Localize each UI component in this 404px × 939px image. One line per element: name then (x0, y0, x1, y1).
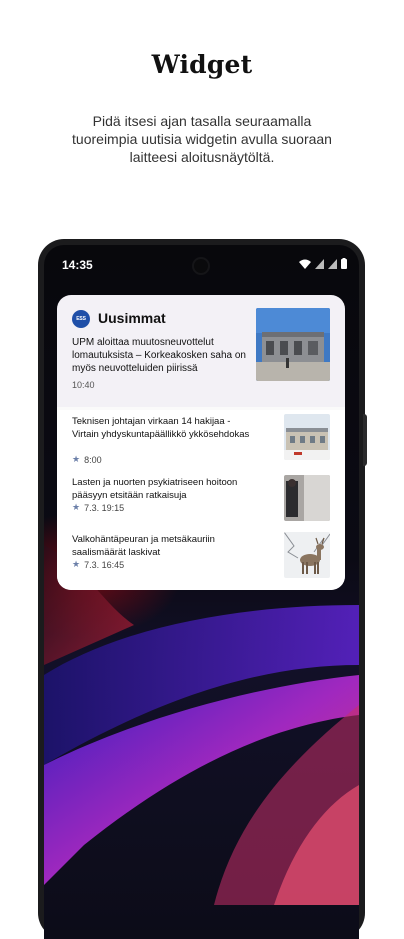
star-icon: ★ (72, 454, 81, 464)
list-item[interactable]: Lasten ja nuorten psykiatriseen hoitoon … (57, 471, 345, 527)
item-meta: ★ 7.3. 16:45 (72, 559, 124, 570)
building-photo-icon (284, 414, 330, 460)
wifi-icon (299, 259, 311, 269)
top-story-headline: UPM aloittaa muutosneuvottelut lomautuks… (72, 337, 246, 374)
item-title: Lasten ja nuorten psykiatriseen hoitoon … (72, 477, 238, 501)
phone-frame: 14:35 ESS Uusimmat UPM aloittaa muutosne… (38, 239, 367, 939)
person-photo-icon (284, 475, 330, 521)
list-item[interactable]: Valkohäntäpeuran ja metsäkauriin saalism… (57, 528, 345, 584)
item-meta: ★ 8:00 (72, 454, 102, 465)
status-time: 14:35 (62, 258, 93, 272)
ess-logo-icon: ESS (72, 310, 90, 328)
top-story[interactable]: ESS Uusimmat UPM aloittaa muutosneuvotte… (57, 295, 345, 407)
deer-photo-icon (284, 532, 330, 578)
signal-icon (315, 258, 324, 269)
promo-title: Widget (151, 50, 253, 79)
item-title: Teknisen johtajan virkaan 14 hakijaa - V… (72, 416, 250, 440)
news-list: Teknisen johtajan virkaan 14 hakijaa - V… (57, 410, 345, 590)
item-title: Valkohäntäpeuran ja metsäkauriin saalism… (72, 534, 215, 558)
status-icons (299, 257, 347, 270)
top-story-time: 10:40 (72, 380, 95, 390)
signal-icon (328, 258, 337, 269)
home-screen: 14:35 ESS Uusimmat UPM aloittaa muutosne… (44, 245, 359, 939)
item-meta: ★ 7.3. 19:15 (72, 502, 124, 513)
item-time: 8:00 (84, 454, 102, 465)
front-camera (194, 259, 208, 273)
item-time: 7.3. 16:45 (84, 559, 125, 570)
list-item[interactable]: Teknisen johtajan virkaan 14 hakijaa - V… (57, 410, 345, 466)
star-icon: ★ (72, 502, 81, 512)
item-time: 7.3. 19:15 (84, 502, 125, 513)
widget-title: Uusimmat (98, 310, 166, 326)
battery-icon (341, 258, 347, 269)
star-icon: ★ (72, 559, 81, 569)
promo-subtitle: Pidä itsesi ajan tasalla seuraamalla tuo… (72, 113, 332, 165)
factory-photo-icon (256, 308, 330, 381)
power-button (363, 414, 367, 466)
news-widget[interactable]: ESS Uusimmat UPM aloittaa muutosneuvotte… (57, 295, 345, 590)
